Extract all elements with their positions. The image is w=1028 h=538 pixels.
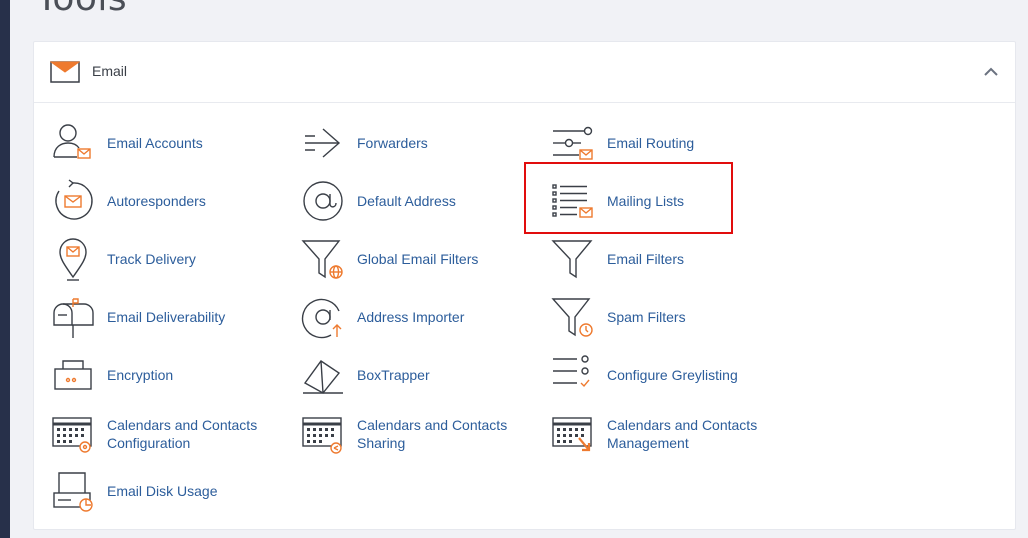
tool-label: Calendars and Contacts Sharing [357,417,508,451]
tool-global-email-filters[interactable]: Global Email Filters [301,237,527,281]
routing-icon [551,121,595,165]
page-title: Tools [36,0,127,19]
calendar-manage-icon [551,412,595,456]
checklist-icon [551,353,595,397]
forward-arrow-icon [301,121,345,165]
tool-label: Spam Filters [607,309,686,325]
location-pin-icon [51,237,95,281]
tool-email-routing[interactable]: Email Routing [551,121,777,165]
tool-label: Email Routing [607,135,695,151]
at-import-icon [301,295,345,339]
tool-default-address[interactable]: Default Address [301,179,527,223]
box-trap-icon [301,353,345,397]
left-nav-strip [0,0,10,538]
tool-label: Autoresponders [107,193,206,209]
funnel-icon [551,237,595,281]
email-tools-panel: Email Email Accounts Forwarders Email Ro… [33,41,1016,530]
tool-autoresponders[interactable]: Autoresponders [51,179,277,223]
user-envelope-icon [51,121,95,165]
tool-email-deliverability[interactable]: Email Deliverability [51,295,277,339]
lock-box-icon [51,353,95,397]
mailbox-icon [51,295,95,339]
tool-label: Email Disk Usage [107,483,218,499]
tool-label: Email Accounts [107,135,203,151]
tool-label: Default Address [357,193,456,209]
tool-email-disk-usage[interactable]: Email Disk Usage [51,469,277,513]
tool-encryption[interactable]: Encryption [51,353,277,397]
tool-label: Email Deliverability [107,309,226,325]
tool-label: Global Email Filters [357,251,479,267]
panel-header[interactable]: Email [34,42,1015,103]
chevron-up-icon[interactable] [981,64,1001,80]
tool-calendars-contacts-management[interactable]: Calendars and Contacts Management [551,412,777,456]
tool-label: Encryption [107,367,174,383]
tool-label: Configure Greylisting [607,367,738,383]
at-sign-icon [301,179,345,223]
funnel-clock-icon [551,295,595,339]
panel-title: Email [92,63,128,79]
tool-label: Calendars and Contacts Configuration [107,417,258,451]
mailing-lists-highlight-box [524,162,733,234]
tool-label: Track Delivery [107,251,196,267]
tool-forwarders[interactable]: Forwarders [301,121,527,165]
funnel-globe-icon [301,237,345,281]
tool-calendars-contacts-configuration[interactable]: Calendars and Contacts Configuration [51,412,277,456]
tool-label: BoxTrapper [357,367,430,383]
tool-address-importer[interactable]: Address Importer [301,295,527,339]
disk-usage-icon [51,469,95,513]
tool-label: Email Filters [607,251,685,267]
autoresponder-icon [51,179,95,223]
tool-email-accounts[interactable]: Email Accounts [51,121,277,165]
tool-calendars-contacts-sharing[interactable]: Calendars and Contacts Sharing [301,412,527,456]
tool-label: Forwarders [357,135,428,151]
tool-track-delivery[interactable]: Track Delivery [51,237,277,281]
tool-boxtrapper[interactable]: BoxTrapper [301,353,527,397]
tool-spam-filters[interactable]: Spam Filters [551,295,777,339]
calendar-gear-icon [51,412,95,456]
tool-label: Address Importer [357,309,465,325]
envelope-icon [49,61,81,88]
tool-configure-greylisting[interactable]: Configure Greylisting [551,353,777,397]
calendar-share-icon [301,412,345,456]
tool-email-filters[interactable]: Email Filters [551,237,777,281]
tool-label: Calendars and Contacts Management [607,417,758,451]
